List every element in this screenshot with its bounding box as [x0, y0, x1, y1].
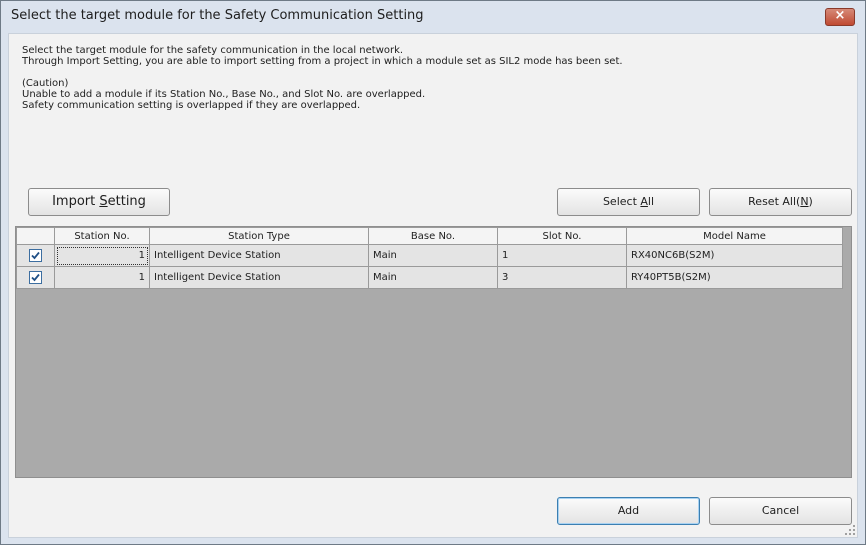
- station-no-cell[interactable]: 1: [54, 244, 150, 267]
- add-button[interactable]: Add: [557, 497, 700, 525]
- checkbox-checked-icon[interactable]: [29, 249, 42, 262]
- base-no-cell[interactable]: Main: [368, 244, 498, 267]
- description-line-2: Through Import Setting, you are able to …: [22, 56, 623, 67]
- column-header-model-name[interactable]: Model Name: [626, 227, 843, 245]
- caution-title: (Caution): [22, 78, 69, 89]
- resize-grip-icon[interactable]: [845, 525, 855, 535]
- dialog-content: Select the target module for the safety …: [8, 33, 858, 538]
- table-row[interactable]: 1 Intelligent Device Station Main 1 RX40…: [16, 244, 843, 267]
- row-checkbox-cell[interactable]: [16, 244, 55, 267]
- column-header-station-no[interactable]: Station No.: [54, 227, 150, 245]
- close-button[interactable]: ×: [825, 8, 855, 26]
- slot-no-cell[interactable]: 3: [497, 266, 627, 289]
- cancel-button[interactable]: Cancel: [709, 497, 852, 525]
- column-header-slot-no[interactable]: Slot No.: [497, 227, 627, 245]
- model-name-cell[interactable]: RX40NC6B(S2M): [626, 244, 843, 267]
- select-all-button[interactable]: Select All: [557, 188, 700, 216]
- description-line-1: Select the target module for the safety …: [22, 45, 404, 56]
- column-header-base-no[interactable]: Base No.: [368, 227, 498, 245]
- slot-no-cell[interactable]: 1: [497, 244, 627, 267]
- station-no-cell[interactable]: 1: [54, 266, 150, 289]
- station-type-cell[interactable]: Intelligent Device Station: [149, 244, 369, 267]
- close-icon: ×: [834, 8, 846, 23]
- caution-line-2: Safety communication setting is overlapp…: [22, 100, 361, 111]
- column-header-check[interactable]: [16, 227, 55, 245]
- title-bar[interactable]: Select the target module for the Safety …: [1, 1, 865, 33]
- reset-all-button[interactable]: Reset All(N): [709, 188, 852, 216]
- module-table: Station No. Station Type Base No. Slot N…: [15, 226, 852, 478]
- import-setting-button[interactable]: Import Setting: [28, 188, 170, 216]
- window-title: Select the target module for the Safety …: [11, 8, 424, 23]
- model-name-cell[interactable]: RY40PT5B(S2M): [626, 266, 843, 289]
- checkbox-checked-icon[interactable]: [29, 271, 42, 284]
- dialog-window: Select the target module for the Safety …: [0, 0, 866, 545]
- module-grid: Station No. Station Type Base No. Slot N…: [16, 227, 843, 289]
- station-type-cell[interactable]: Intelligent Device Station: [149, 266, 369, 289]
- caution-line-1: Unable to add a module if its Station No…: [22, 89, 426, 100]
- base-no-cell[interactable]: Main: [368, 266, 498, 289]
- table-row[interactable]: 1 Intelligent Device Station Main 3 RY40…: [16, 266, 843, 289]
- row-checkbox-cell[interactable]: [16, 266, 55, 289]
- column-header-station-type[interactable]: Station Type: [149, 227, 369, 245]
- table-header-row: Station No. Station Type Base No. Slot N…: [16, 227, 843, 245]
